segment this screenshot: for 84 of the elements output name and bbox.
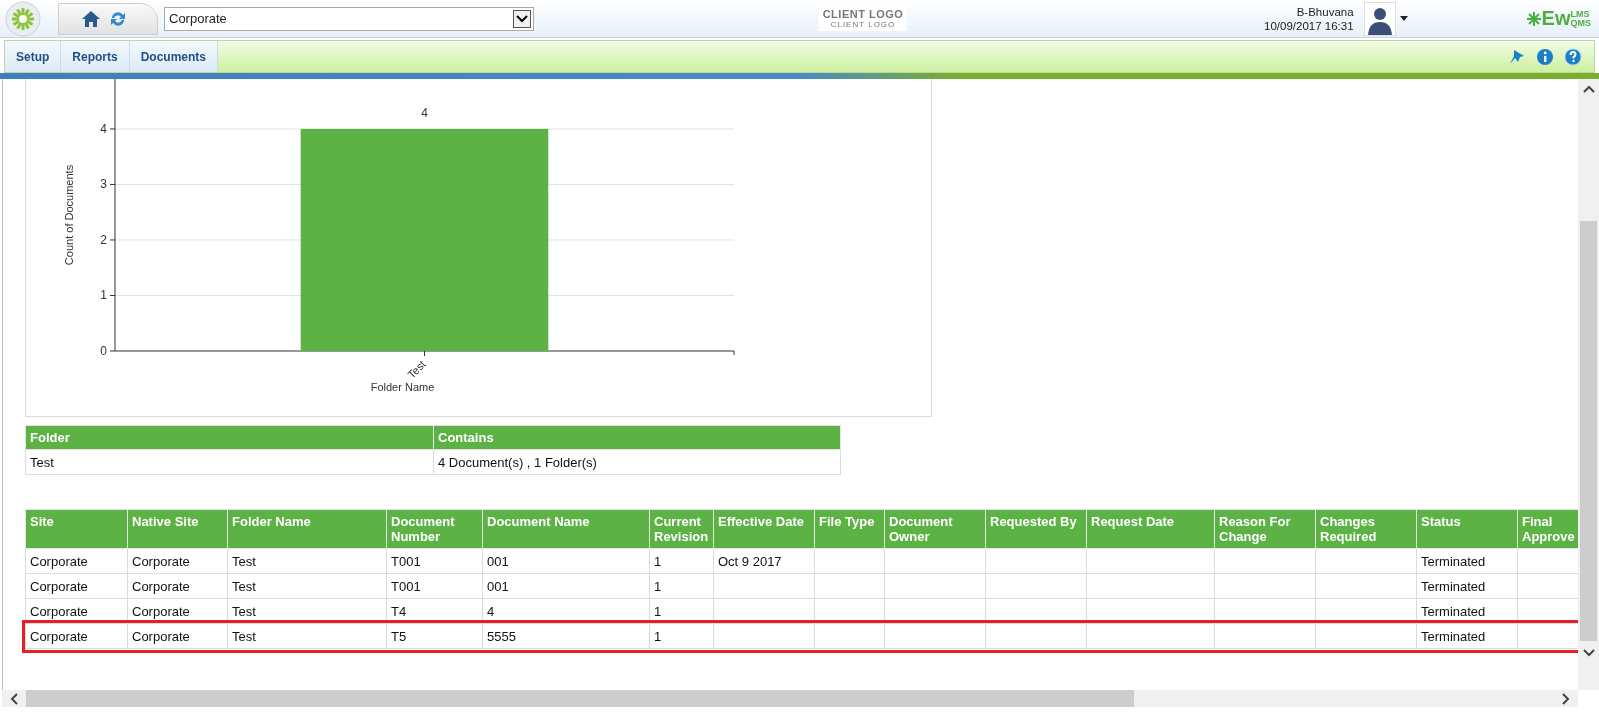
menu-tab[interactable]: Setup xyxy=(5,41,62,72)
table-cell: 1 xyxy=(649,598,714,624)
table-cell: Terminated xyxy=(1416,598,1518,624)
table-cell: T5 xyxy=(386,623,483,649)
tick-label: 0 xyxy=(100,344,107,358)
user-name: B-Bhuvana xyxy=(1296,4,1354,19)
table-cell: Terminated xyxy=(1416,573,1518,599)
column-header: Reason For Change xyxy=(1214,509,1316,549)
table-cell: 4 xyxy=(482,598,650,624)
column-header: Current Revision xyxy=(649,509,714,549)
table-cell: Test xyxy=(25,449,434,475)
scroll-left-icon[interactable] xyxy=(10,692,18,705)
table-cell: Corporate xyxy=(127,548,228,574)
refresh-icon[interactable] xyxy=(109,9,127,28)
menu-tab[interactable]: Documents xyxy=(129,41,219,72)
y-axis-title: Count of Documents xyxy=(63,164,75,266)
table-cell: Terminated xyxy=(1416,548,1518,574)
column-header: Contains xyxy=(433,425,841,450)
category-label: Test xyxy=(405,357,428,381)
table-cell: Corporate xyxy=(25,548,128,574)
scroll-up-icon[interactable] xyxy=(1582,85,1595,93)
column-header: Status xyxy=(1416,509,1518,549)
column-header: Changes Required xyxy=(1315,509,1417,549)
table-cell: Oct 9 2017 xyxy=(713,548,815,574)
site-select[interactable]: Corporate xyxy=(164,6,534,31)
logo-icon xyxy=(4,0,42,37)
chevron-down-icon xyxy=(516,14,528,23)
table-cell: 5555 xyxy=(482,623,650,649)
table-cell: 1 xyxy=(649,573,714,599)
date-time: 10/09/2017 16:31 xyxy=(1264,18,1354,33)
table-cell: Corporate xyxy=(25,623,128,649)
tick-label: 4 xyxy=(100,121,107,136)
table-cell: T001 xyxy=(386,573,483,599)
scroll-down-icon[interactable] xyxy=(1582,649,1595,657)
scrollbar-thumb[interactable] xyxy=(1580,221,1597,641)
column-header: Folder xyxy=(25,425,434,450)
table-cell: Test xyxy=(227,623,387,649)
tick-mark xyxy=(109,239,116,241)
tick-mark xyxy=(109,128,116,130)
avatar-icon[interactable] xyxy=(1363,1,1396,36)
column-header: Native Site xyxy=(127,509,228,549)
table-cell: 001 xyxy=(482,573,650,599)
table-cell: Corporate xyxy=(25,598,128,624)
scroll-right-icon[interactable] xyxy=(1562,692,1570,705)
column-header: Document Number xyxy=(386,509,483,549)
tick-label: 3 xyxy=(100,177,107,192)
column-header: Document Owner xyxy=(884,509,986,549)
tick-mark xyxy=(109,295,116,296)
tick-label: 1 xyxy=(100,288,107,303)
table-cell: T001 xyxy=(386,548,483,574)
table-cell: Corporate xyxy=(25,573,128,599)
column-header: Folder Name xyxy=(227,509,387,549)
table-cell: Corporate xyxy=(127,623,228,649)
table-cell: Test xyxy=(227,548,387,574)
column-header: Site xyxy=(25,509,128,549)
client-logo: CLIENT LOGO CLIENT LOGO xyxy=(819,6,907,31)
table-cell: 001 xyxy=(482,548,650,574)
column-header: Requested By xyxy=(985,509,1087,549)
info-icon[interactable] xyxy=(1536,47,1554,66)
column-header: File Type xyxy=(814,509,885,549)
home-icon[interactable] xyxy=(81,8,101,29)
table-cell: 4 Document(s) , 1 Folder(s) xyxy=(433,449,841,475)
tick-label: 2 xyxy=(100,233,107,247)
tick-mark xyxy=(109,350,116,352)
scrollbar-thumb[interactable] xyxy=(26,690,1134,707)
column-header: Final Approve xyxy=(1517,509,1578,549)
table-cell: Terminated xyxy=(1416,623,1518,649)
table-cell: Corporate xyxy=(127,573,228,599)
table-cell: Corporate xyxy=(127,598,228,624)
table-cell: 1 xyxy=(649,548,714,574)
menu-tab[interactable]: Reports xyxy=(61,41,130,72)
column-header: Request Date xyxy=(1086,509,1215,549)
table-cell: T4 xyxy=(386,598,483,624)
help-icon[interactable] xyxy=(1564,47,1582,66)
column-header: Document Name xyxy=(482,509,650,549)
table-cell: Test xyxy=(227,573,387,599)
table-cell: Test xyxy=(227,598,387,624)
table-cell: 1 xyxy=(649,623,714,649)
value-label: 4 xyxy=(421,105,428,120)
tick-mark xyxy=(109,183,116,185)
caret-icon[interactable] xyxy=(1399,16,1408,21)
x-axis-title: Folder Name xyxy=(370,381,435,393)
column-header: Effective Date xyxy=(713,509,815,549)
tick-mark xyxy=(424,350,425,357)
